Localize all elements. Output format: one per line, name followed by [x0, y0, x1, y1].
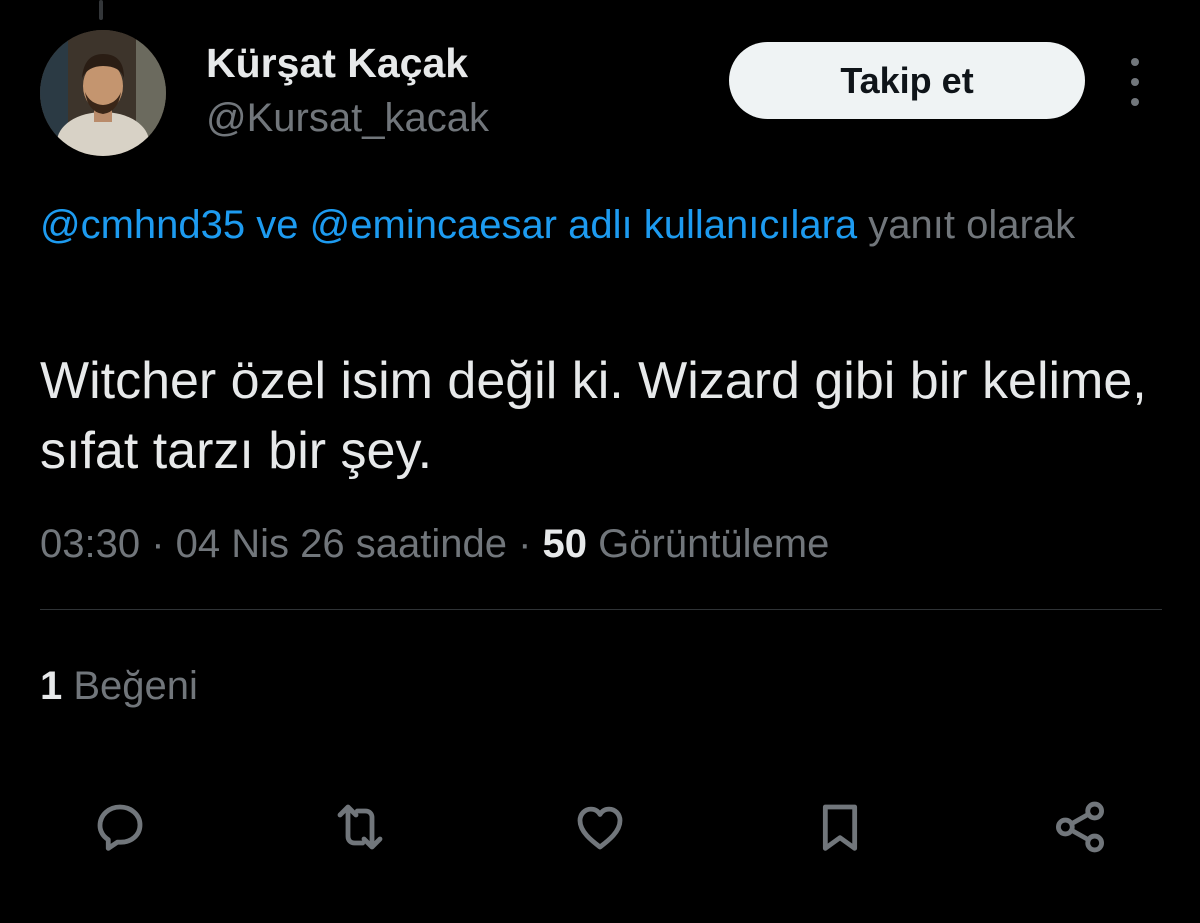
- bookmark-button[interactable]: [808, 795, 872, 859]
- like-button[interactable]: [568, 795, 632, 859]
- more-dot: [1131, 78, 1139, 86]
- heart-icon: [577, 806, 623, 850]
- meta-separator: ·: [506, 522, 543, 566]
- more-dot: [1131, 98, 1139, 106]
- reply-context: @cmhnd35 ve @emincaesar adlı kullanıcıla…: [40, 194, 1165, 256]
- more-dot: [1131, 58, 1139, 66]
- share-button[interactable]: [1048, 795, 1112, 859]
- meta-separator: ·: [140, 522, 176, 566]
- divider: [40, 609, 1162, 610]
- reply-icon: [97, 804, 143, 851]
- bookmark-icon: [822, 804, 858, 851]
- reply-context-suffix: yanıt olarak: [857, 203, 1076, 247]
- tweet-time[interactable]: 03:30: [40, 522, 140, 566]
- more-options-icon[interactable]: [1118, 58, 1152, 106]
- views-label: Görüntüleme: [587, 522, 830, 566]
- retweet-icon: [337, 804, 383, 850]
- reply-mention-cmhnd35[interactable]: @cmhnd35: [40, 203, 245, 247]
- author-display-name[interactable]: Kürşat Kaçak: [206, 40, 468, 87]
- likes-count: 1: [40, 664, 63, 708]
- follow-button[interactable]: Takip et: [729, 42, 1085, 119]
- thread-connector-line: [99, 0, 103, 20]
- reply-connector[interactable]: ve: [245, 203, 309, 247]
- likes-label: Beğeni: [62, 664, 198, 708]
- tweet-date[interactable]: 04 Nis 26 saatinde: [176, 522, 507, 566]
- share-icon: [1056, 801, 1104, 853]
- reply-button[interactable]: [88, 795, 152, 859]
- retweet-button[interactable]: [328, 795, 392, 859]
- tweet-meta: 03:30 · 04 Nis 26 saatinde · 50 Görüntül…: [40, 518, 829, 570]
- author-handle[interactable]: @Kursat_kacak: [206, 96, 489, 141]
- avatar[interactable]: [40, 30, 166, 156]
- views-count: 50: [542, 522, 588, 566]
- avatar-photo: [40, 30, 166, 156]
- tweet-text: Witcher özel isim değil ki. Wizard gibi …: [40, 352, 1147, 480]
- reply-mention-emincaesar[interactable]: @emincaesar adlı kullanıcılara: [310, 203, 858, 247]
- likes-summary[interactable]: 1 Beğeni: [40, 660, 198, 712]
